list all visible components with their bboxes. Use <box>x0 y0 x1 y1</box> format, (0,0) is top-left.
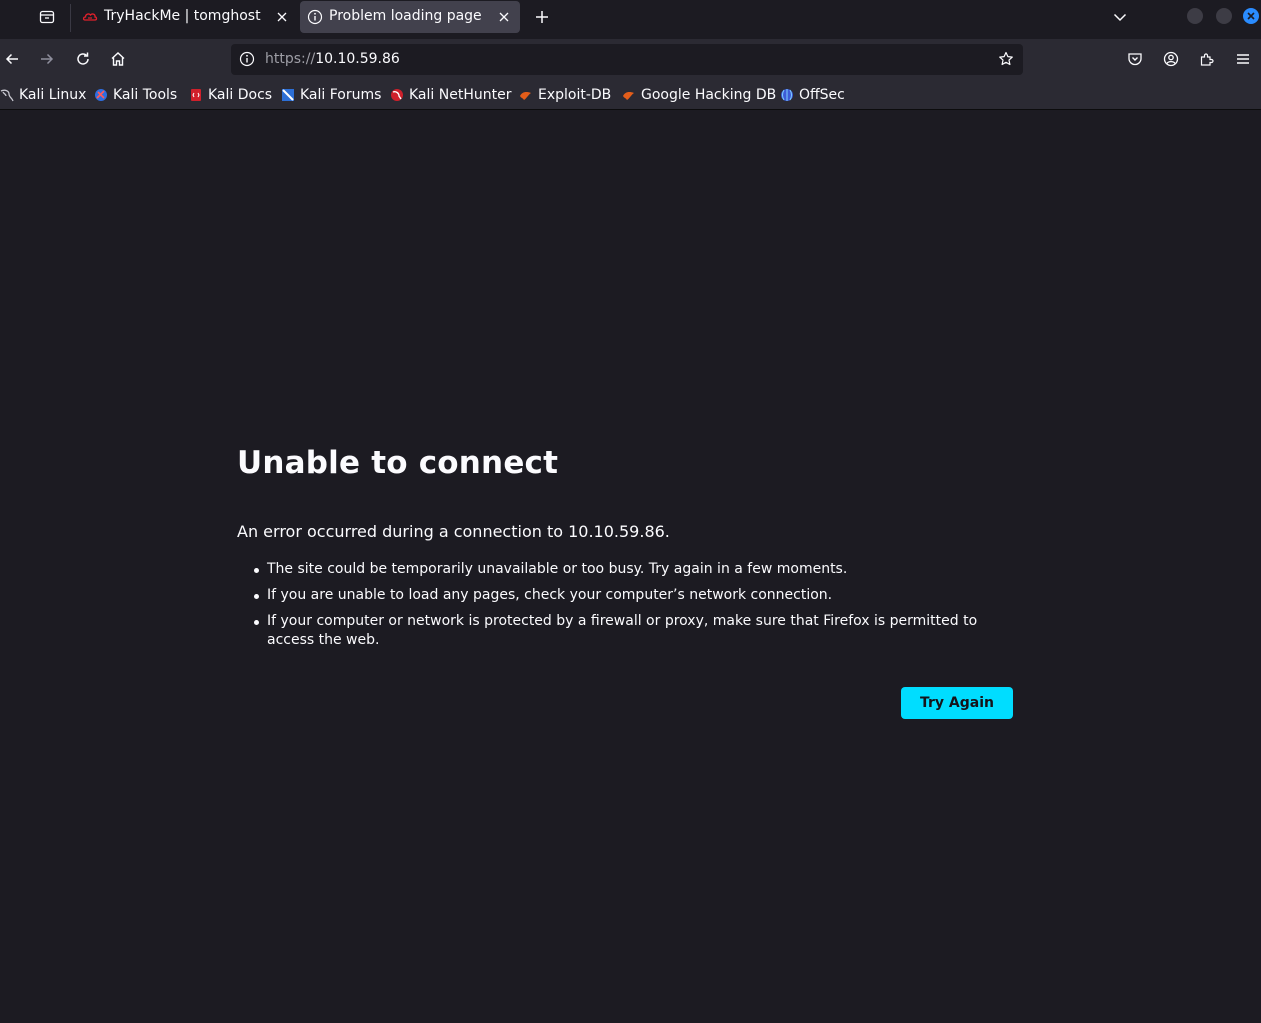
bookmark-kali-tools[interactable]: Kali Tools <box>94 86 177 104</box>
kali-dragon-icon <box>0 89 14 102</box>
bookmark-label: Kali Docs <box>208 87 273 103</box>
bookmark-label: Exploit-DB <box>538 87 612 103</box>
tab-strip: TryHackMe | tomghost Problem loading pag… <box>0 0 1261 39</box>
list-all-tabs-button[interactable] <box>1108 5 1132 29</box>
bookmark-star-icon[interactable] <box>998 51 1014 67</box>
close-icon <box>499 12 509 22</box>
reload-icon <box>77 52 89 65</box>
exploit-db-icon <box>520 92 531 100</box>
extensions-button[interactable] <box>1195 47 1219 71</box>
bookmark-exploit-db[interactable]: Exploit-DB <box>519 86 611 104</box>
error-title: Unable to connect <box>237 445 559 481</box>
forward-button[interactable] <box>35 47 59 71</box>
window-close-button[interactable] <box>1243 8 1259 24</box>
error-description: An error occurred during a connection to… <box>237 522 670 541</box>
bookmark-label: Kali Linux <box>19 87 87 103</box>
bookmark-google-hacking-db[interactable]: Google Hacking DB <box>622 86 776 104</box>
home-button[interactable] <box>106 47 130 71</box>
tryhackme-logo-icon <box>82 13 98 21</box>
close-icon <box>277 12 287 22</box>
kali-docs-icon <box>191 89 201 101</box>
kali-tools-icon <box>95 89 107 101</box>
list-item: If you are unable to load any pages, che… <box>237 586 1017 605</box>
new-tab-button[interactable] <box>530 5 554 29</box>
bookmark-kali-forums[interactable]: Kali Forums <box>281 86 381 104</box>
window-minimize-button[interactable] <box>1187 8 1203 24</box>
site-info-icon[interactable] <box>239 51 255 67</box>
tab-close-button[interactable] <box>274 9 290 25</box>
url-host: 10.10.59.86 <box>315 51 400 67</box>
tab-title: TryHackMe | tomghost <box>104 8 261 24</box>
app-menu-button[interactable] <box>1231 47 1255 71</box>
hamburger-menu-icon <box>1237 54 1249 64</box>
tab-close-button[interactable] <box>496 9 512 25</box>
list-item: The site could be temporarily unavailabl… <box>237 560 1017 579</box>
offsec-icon <box>781 89 793 101</box>
url-text[interactable]: https://10.10.59.86 <box>265 51 400 67</box>
firefox-view-icon <box>39 10 55 24</box>
bookmark-kali-docs[interactable]: Kali Docs <box>189 86 272 104</box>
tab-tryhackme[interactable]: TryHackMe | tomghost <box>70 1 298 33</box>
kali-nethunter-icon <box>391 89 403 101</box>
account-button[interactable] <box>1159 47 1183 71</box>
bookmark-kali-nethunter[interactable]: Kali NetHunter <box>390 86 511 104</box>
bookmark-label: Kali NetHunter <box>409 87 512 103</box>
url-scheme: https:// <box>265 51 316 67</box>
error-suggestions-list: The site could be temporarily unavailabl… <box>237 560 1017 657</box>
url-bar[interactable]: https://10.10.59.86 <box>231 44 1023 75</box>
account-icon <box>1163 51 1179 67</box>
forward-arrow-icon <box>41 53 54 65</box>
plus-icon <box>536 11 548 23</box>
tab-title: Problem loading page <box>329 8 482 24</box>
bookmark-offsec[interactable]: OffSec <box>780 86 845 104</box>
bookmark-label: Kali Tools <box>113 87 178 103</box>
window-maximize-button[interactable] <box>1216 8 1232 24</box>
navigation-toolbar: https://10.10.59.86 <box>0 39 1261 80</box>
tab-problem-loading[interactable]: Problem loading page <box>300 1 520 33</box>
list-item: If your computer or network is protected… <box>237 612 1017 650</box>
bookmarks-toolbar: Kali Linux Kali Tools Kali Docs Kali For… <box>0 80 1261 110</box>
bookmark-label: Kali Forums <box>300 87 382 103</box>
back-button[interactable] <box>0 47 24 71</box>
chevron-down-icon <box>1113 13 1127 22</box>
pocket-button[interactable] <box>1123 47 1147 71</box>
pocket-icon <box>1128 53 1142 66</box>
back-arrow-icon <box>5 53 18 65</box>
page-content: Unable to connect An error occurred duri… <box>0 111 1261 1023</box>
ghdb-icon <box>623 92 634 100</box>
bookmark-label: OffSec <box>799 87 845 103</box>
info-icon <box>307 9 323 25</box>
close-icon <box>1247 12 1255 20</box>
kali-forums-icon <box>282 89 294 101</box>
puzzle-piece-icon <box>1200 53 1214 66</box>
reload-button[interactable] <box>71 47 95 71</box>
bookmark-label: Google Hacking DB <box>641 87 777 103</box>
firefox-view-button[interactable] <box>32 4 62 30</box>
bookmark-kali-linux[interactable]: Kali Linux <box>0 86 86 104</box>
home-icon <box>111 52 125 66</box>
try-again-button[interactable]: Try Again <box>901 687 1013 719</box>
